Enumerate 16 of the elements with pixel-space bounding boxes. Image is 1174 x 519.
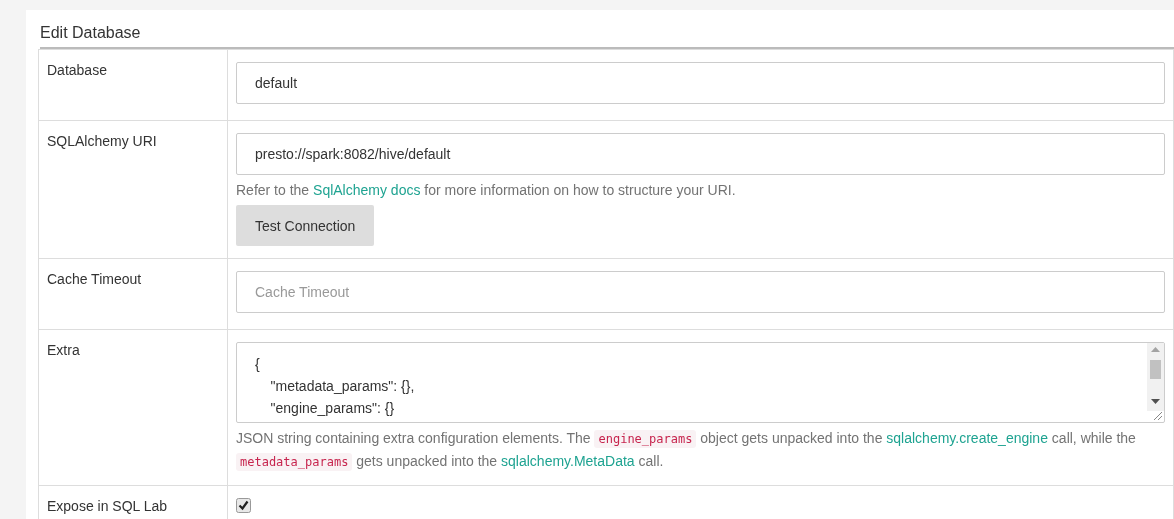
field-label: Database — [47, 62, 107, 78]
field-label: Extra — [47, 342, 80, 358]
form-title: Edit Database — [40, 24, 141, 43]
test-connection-button[interactable]: Test Connection — [236, 205, 375, 246]
checkbox[interactable] — [236, 498, 251, 513]
scrollbar-drawing[interactable] — [1147, 343, 1164, 411]
resize-grip-icon[interactable] — [1152, 410, 1163, 421]
json-textarea[interactable]: { "metadata_params": {}, "engine_params": {} — [236, 342, 1165, 423]
help-text: Refer to the SqlAlchemy docs for more information on how to structure your URI. — [236, 181, 737, 200]
text-field[interactable]: Cache Timeout — [236, 271, 1165, 313]
text-field[interactable]: default — [236, 62, 1165, 104]
text-field[interactable]: presto://spark:8082/hive/default — [236, 133, 1165, 175]
field-label: Cache Timeout — [47, 271, 142, 287]
field-label: SQLAlchemy URI — [47, 133, 157, 149]
field-label: Expose in SQL Lab — [47, 498, 168, 514]
help-text: JSON string containing extra configuration elements. The engine_params object gets unpacked into the sqlalchemy.create_engine call, while the metadata_params gets unpacked into the sqlalchemy.MetaData call. — [236, 429, 1137, 473]
